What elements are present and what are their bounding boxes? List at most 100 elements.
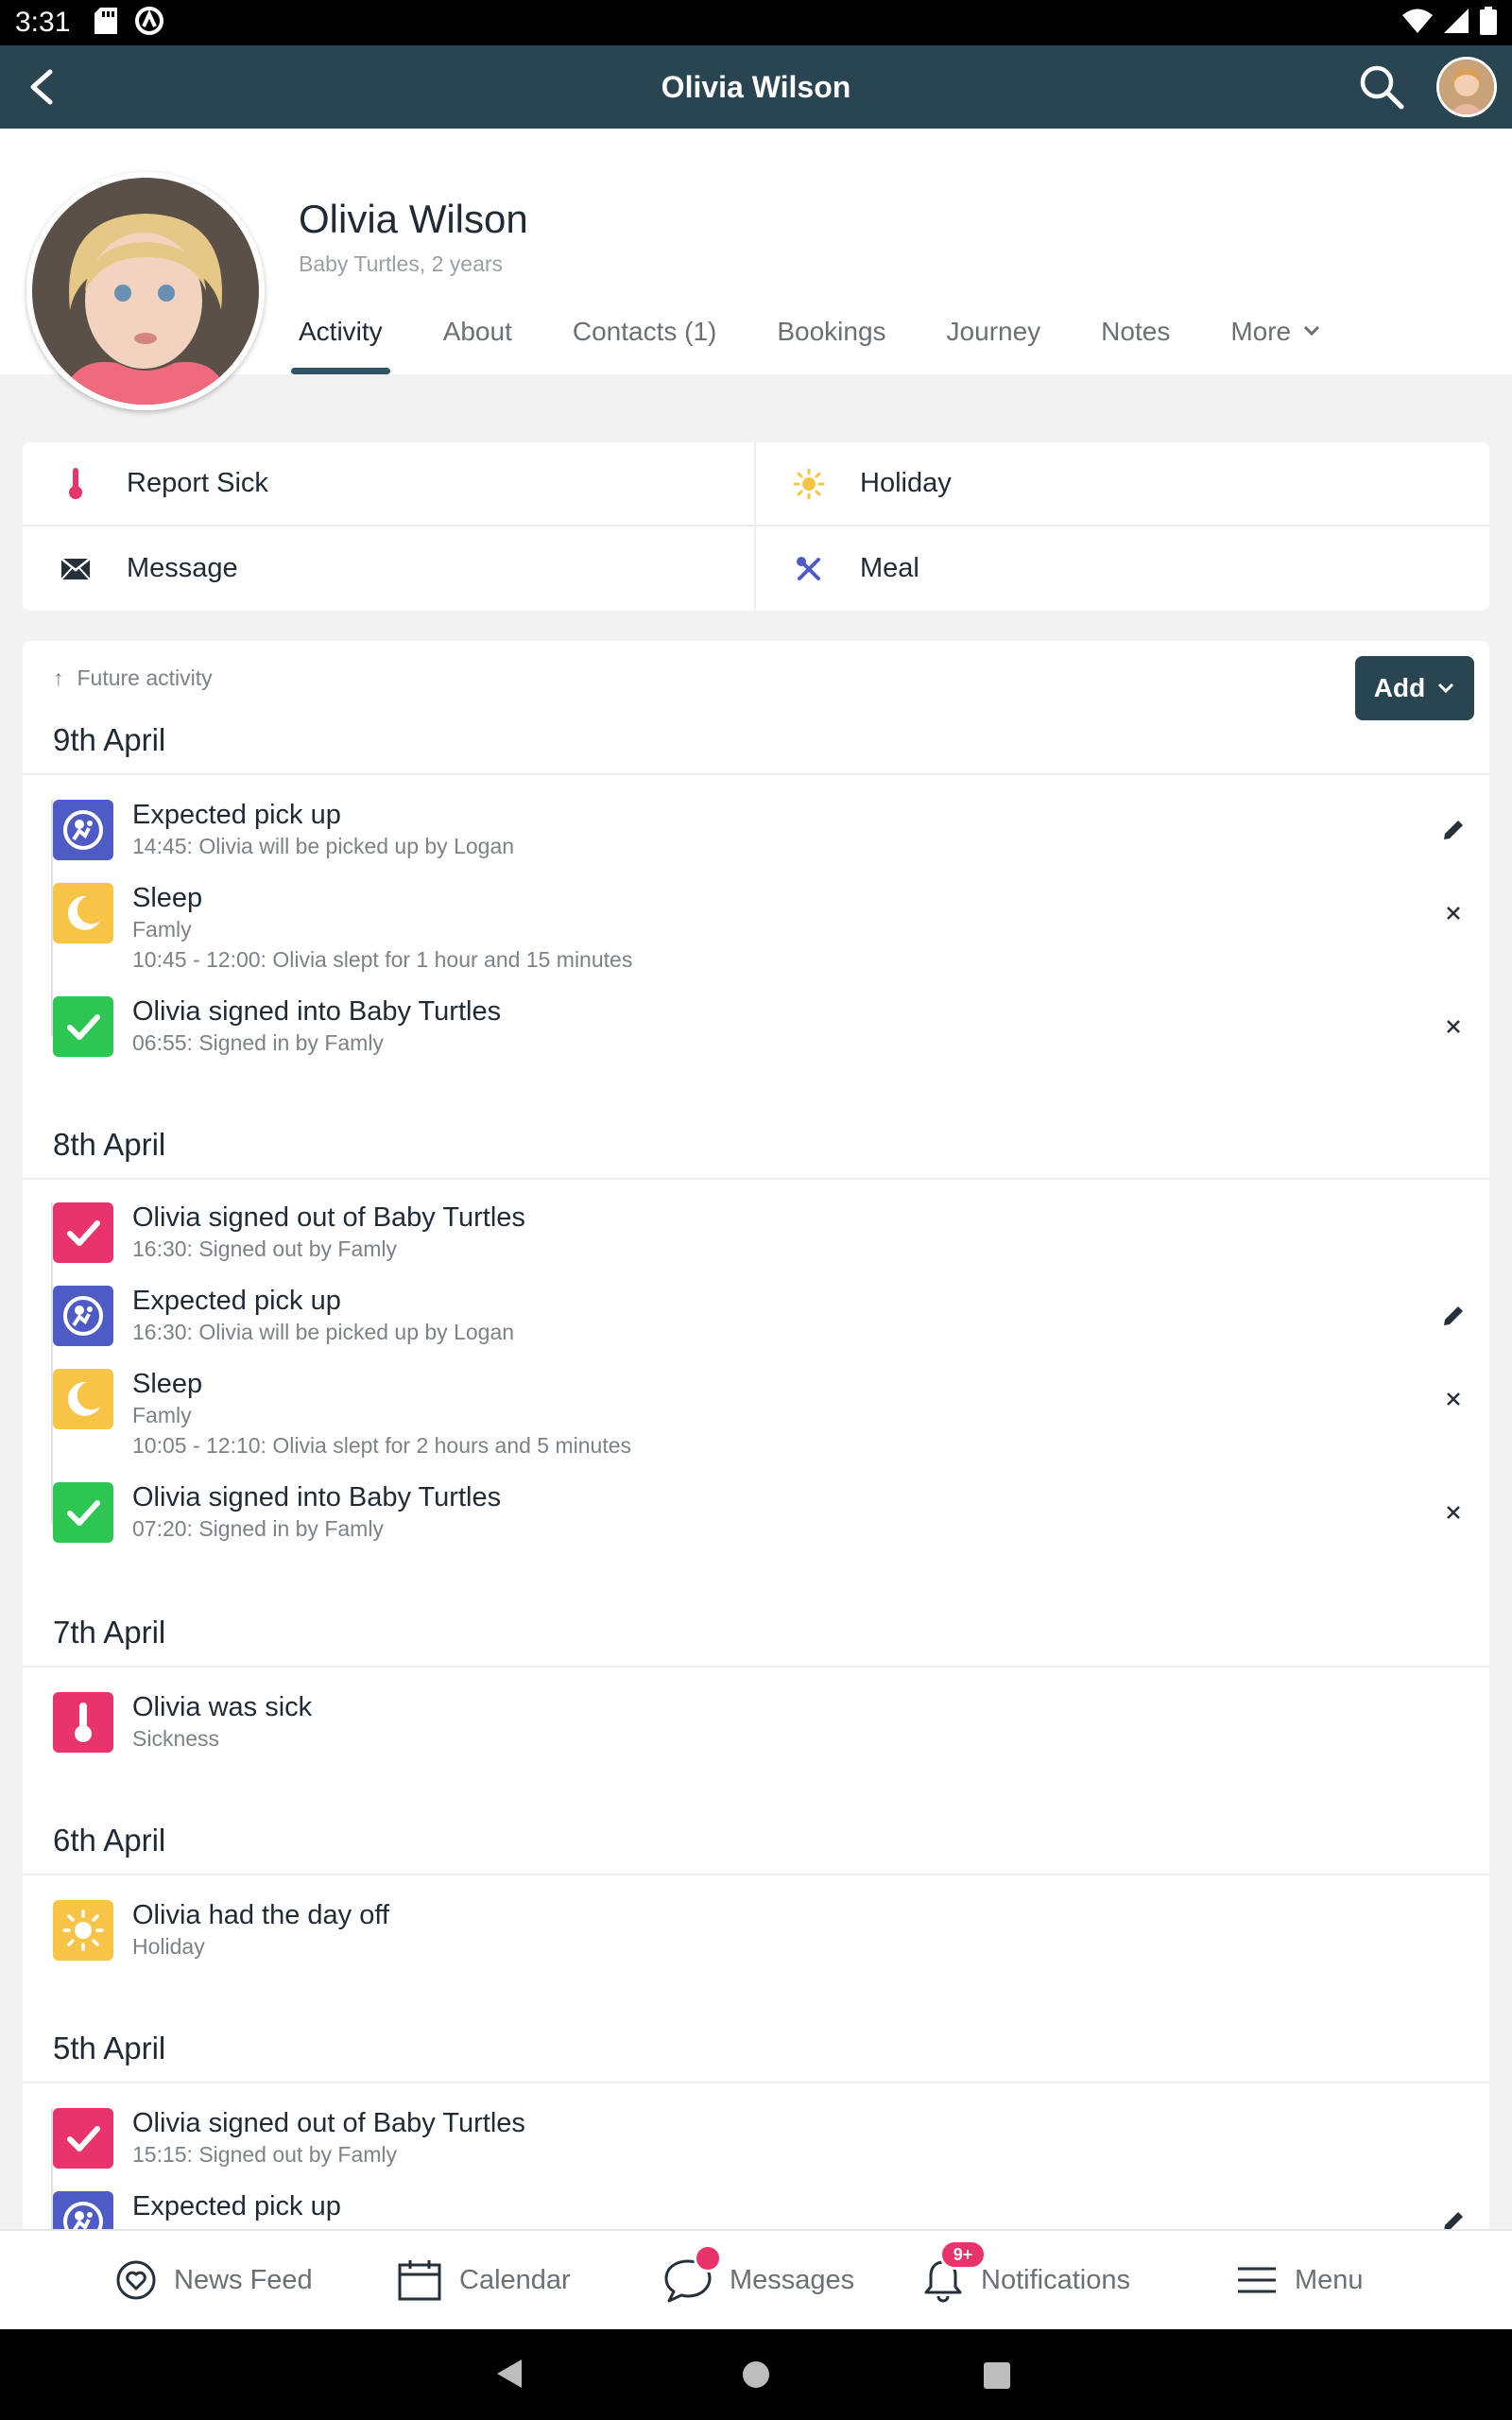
holiday-label: Holiday — [860, 468, 952, 498]
child-subtitle: Baby Turtles, 2 years — [299, 251, 504, 276]
edit-button[interactable] — [1435, 811, 1472, 849]
pencil-icon — [1444, 821, 1463, 839]
pickup-icon — [53, 2191, 113, 2229]
activity-item[interactable]: Expected pick up 16:30: Olivia will be p… — [53, 1286, 1470, 1352]
delete-button[interactable] — [1435, 1380, 1472, 1418]
add-label: Add — [1373, 673, 1426, 702]
nav-menu[interactable]: Menu — [1236, 2231, 1364, 2329]
check-icon — [53, 2108, 113, 2169]
activity-author: Famly — [132, 1403, 192, 1427]
activity-item[interactable]: Sleep Famly 10:45 - 12:00: Olivia slept … — [53, 883, 1470, 977]
activity-title: Sleep — [132, 883, 203, 913]
tab-contacts[interactable]: Contacts (1) — [573, 308, 717, 374]
delete-button[interactable] — [1435, 1494, 1472, 1531]
tab-journey[interactable]: Journey — [947, 308, 1041, 374]
nav-calendar[interactable]: Calendar — [397, 2231, 571, 2329]
system-back-button[interactable] — [493, 2358, 525, 2394]
close-icon — [1447, 1020, 1460, 1033]
activity-item[interactable]: Olivia signed out of Baby Turtles 16:30:… — [53, 1202, 1470, 1269]
chevron-down-icon — [1438, 683, 1454, 694]
activity-title: Expected pick up — [132, 1286, 341, 1316]
delete-button[interactable] — [1435, 894, 1472, 932]
activity-item[interactable]: Expected pick up 14:45: Olivia will be p… — [53, 800, 1470, 866]
tab-activity[interactable]: Activity — [291, 308, 390, 374]
activity-item[interactable]: Olivia had the day off Holiday — [53, 1900, 1470, 1966]
search-button[interactable] — [1355, 60, 1408, 113]
message-button[interactable]: Message — [23, 527, 756, 611]
thermometer-icon — [53, 1692, 113, 1753]
activity-item[interactable]: Sleep Famly 10:05 - 12:10: Olivia slept … — [53, 1369, 1470, 1463]
activity-item[interactable]: Olivia signed into Baby Turtles 07:20: S… — [53, 1482, 1470, 1548]
activity-detail: Sickness — [132, 1726, 220, 1751]
notifications-badge: 9+ — [939, 2239, 987, 2270]
tab-about[interactable]: About — [443, 308, 512, 374]
activity-item[interactable]: Olivia signed into Baby Turtles 06:55: S… — [53, 996, 1470, 1063]
quick-actions: Report Sick Holiday Message Meal — [23, 442, 1489, 611]
check-icon — [53, 996, 113, 1057]
tab-bookings[interactable]: Bookings — [777, 308, 885, 374]
pickup-icon — [53, 1286, 113, 1346]
system-recents-button[interactable] — [983, 2361, 1011, 2394]
tab-more-label: More — [1230, 317, 1292, 346]
tab-notes[interactable]: Notes — [1101, 308, 1170, 374]
activity-title: Sleep — [132, 1369, 203, 1399]
holiday-button[interactable]: Holiday — [756, 442, 1489, 527]
nav-notifications[interactable]: 9+ Notifications — [922, 2231, 1130, 2329]
activity-detail: 14:45: Olivia will be picked up by Logan — [132, 834, 515, 858]
activity-title: Olivia signed out of Baby Turtles — [132, 2108, 525, 2138]
edit-button[interactable] — [1435, 1297, 1472, 1335]
activity-item[interactable]: Olivia was sick Sickness — [53, 1692, 1470, 1758]
sun-icon — [53, 1900, 113, 1961]
bottom-nav: News Feed Calendar Messages 9+ Notificat… — [0, 2229, 1512, 2329]
day-header-9-april: 9th April — [53, 722, 166, 757]
pencil-icon — [1444, 1306, 1463, 1325]
hamburger-menu-icon — [1236, 2265, 1278, 2295]
utensils-icon — [790, 556, 828, 582]
back-button[interactable] — [19, 64, 64, 110]
activity-item[interactable]: Olivia signed out of Baby Turtles 15:15:… — [53, 2108, 1470, 2174]
day-divider — [23, 773, 1489, 775]
messages-badge — [694, 2244, 722, 2273]
tab-more[interactable]: More — [1230, 308, 1321, 374]
report-sick-button[interactable]: Report Sick — [23, 442, 756, 527]
activity-feed: ↑ Future activity Add 9th April Expected… — [23, 641, 1489, 2229]
profile-tabs: Activity About Contacts (1) Bookings Jou… — [291, 308, 1382, 374]
activity-detail: 10:05 - 12:10: Olivia slept for 2 hours … — [132, 1433, 632, 1458]
nav-news-feed-label: News Feed — [174, 2264, 313, 2295]
nav-news-feed[interactable]: News Feed — [115, 2231, 313, 2329]
chevron-down-icon — [1304, 325, 1320, 337]
thermometer-icon — [57, 467, 94, 500]
moon-icon — [53, 883, 113, 943]
circle-home-icon — [743, 2361, 769, 2388]
user-avatar[interactable] — [1436, 57, 1497, 117]
edit-button[interactable] — [1435, 2203, 1472, 2229]
day-divider — [23, 1178, 1489, 1180]
triangle-back-icon — [497, 2360, 522, 2388]
nav-messages[interactable]: Messages — [663, 2231, 854, 2329]
close-icon — [1447, 907, 1460, 920]
day-header-7-april: 7th April — [53, 1615, 166, 1650]
activity-detail: 10:45 - 12:00: Olivia slept for 1 hour a… — [132, 947, 633, 972]
activity-title: Olivia had the day off — [132, 1900, 389, 1930]
day-divider — [23, 1666, 1489, 1668]
meal-button[interactable]: Meal — [756, 527, 1489, 611]
close-icon — [1447, 1506, 1460, 1519]
activity-author: Famly — [132, 917, 192, 942]
delete-button[interactable] — [1435, 1008, 1472, 1046]
nav-messages-label: Messages — [730, 2264, 855, 2295]
day-header-5-april: 5th April — [53, 2031, 166, 2066]
check-icon — [53, 1202, 113, 1263]
activity-item[interactable]: Expected pick up — [53, 2191, 1470, 2229]
add-button[interactable]: Add — [1355, 656, 1474, 720]
activity-title: Expected pick up — [132, 2191, 341, 2221]
day-header-6-april: 6th April — [53, 1823, 166, 1858]
calendar-icon — [397, 2257, 442, 2303]
arrow-up-icon: ↑ — [53, 666, 64, 690]
system-home-button[interactable] — [741, 2360, 771, 2394]
future-activity-link[interactable]: ↑ Future activity — [53, 666, 213, 691]
check-icon — [53, 1482, 113, 1543]
day-divider — [23, 2082, 1489, 2083]
activity-title: Olivia signed into Baby Turtles — [132, 996, 502, 1027]
arrow-back-icon — [30, 69, 53, 105]
child-photo[interactable] — [26, 172, 265, 410]
